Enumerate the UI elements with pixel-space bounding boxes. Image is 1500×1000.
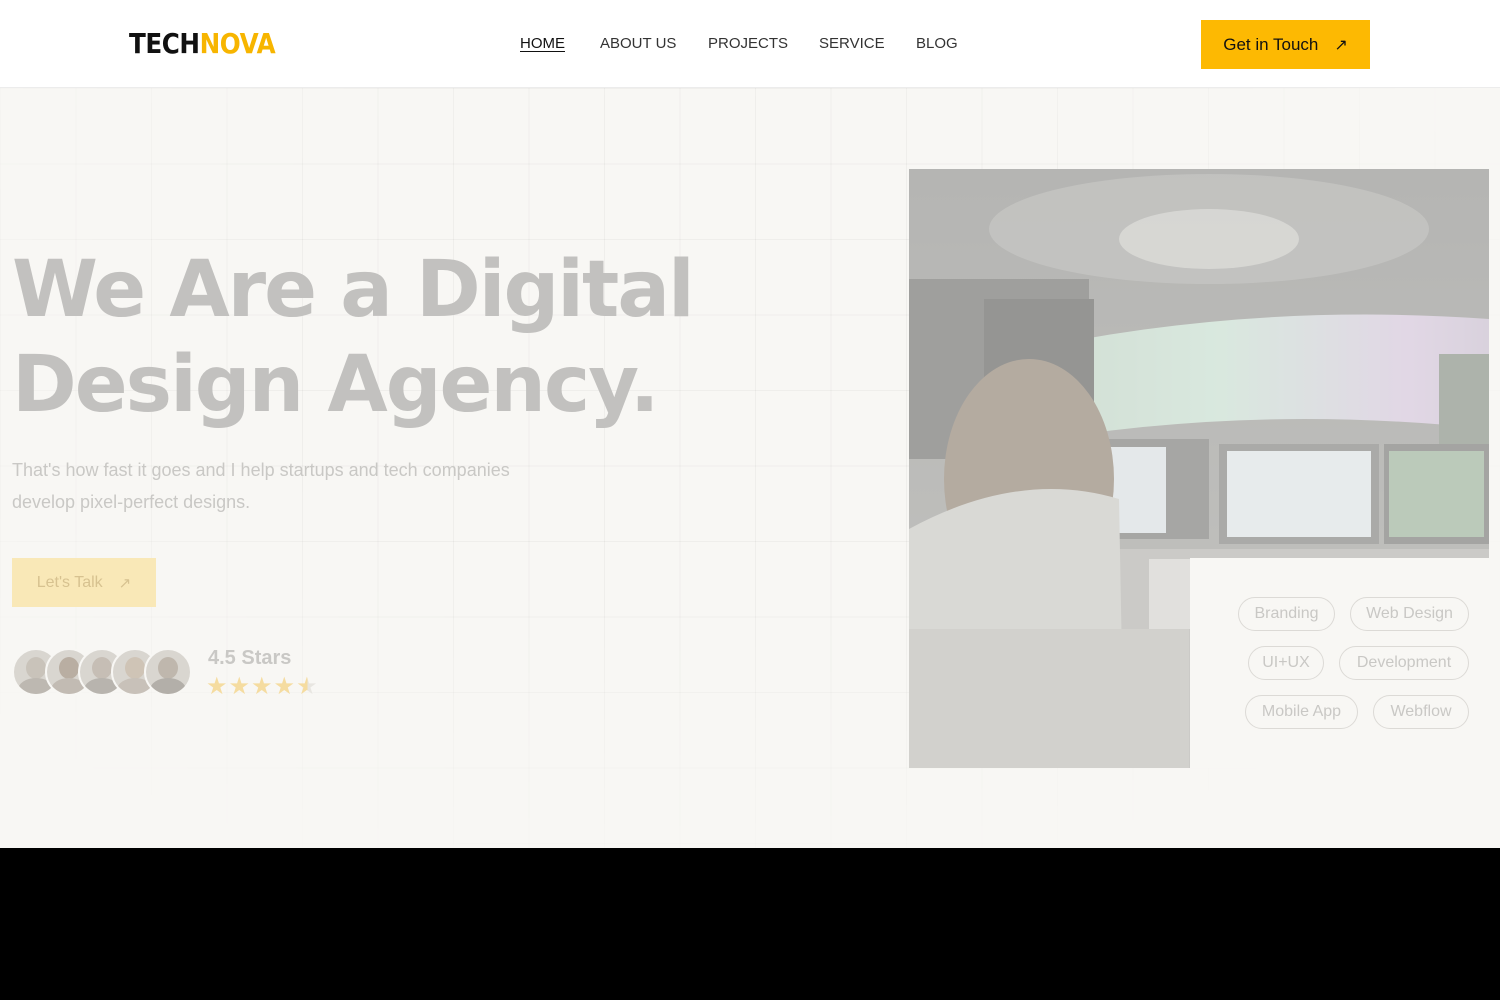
tag-development[interactable]: Development — [1339, 646, 1469, 680]
get-in-touch-button[interactable]: Get in Touch ↗ — [1201, 20, 1370, 69]
hero-headline-line-1: We Are a Digital — [12, 245, 695, 335]
logo[interactable]: TECHNOVA — [129, 27, 276, 61]
star-icon: ★ — [273, 673, 297, 700]
arrow-up-right-icon: ↗ — [1334, 36, 1348, 54]
tag-mobile-app[interactable]: Mobile App — [1245, 695, 1358, 729]
nav-item-projects[interactable]: PROJECTS — [708, 35, 788, 53]
star-icon: ★ — [228, 673, 252, 700]
nav-item-service[interactable]: SERVICE — [819, 35, 885, 53]
star-icon: ★ — [251, 673, 274, 700]
lets-talk-label: Let's Talk — [36, 573, 103, 591]
hero-headline: We Are a Digital Design Agency. — [12, 243, 695, 433]
hero-section: We Are a Digital Design Agency. That's h… — [0, 88, 1500, 848]
logo-part-nova: NOVA — [199, 27, 276, 60]
page: TECHNOVA HOME ABOUT US PROJECTS SERVICE … — [0, 0, 1500, 1000]
nav-item-blog[interactable]: BLOG — [916, 35, 958, 53]
tag-ui-ux[interactable]: UI+UX — [1248, 646, 1324, 680]
logo-part-tech: TECH — [129, 27, 200, 60]
hero-subtext: That's how fast it goes and I help start… — [12, 460, 510, 512]
dark-section — [0, 848, 1500, 1000]
hero-headline-line-2: Design Agency. — [12, 340, 660, 430]
tag-branding[interactable]: Branding — [1238, 597, 1335, 631]
nav-item-about-us[interactable]: ABOUT US — [600, 35, 676, 53]
star-half-icon: ★ — [296, 673, 319, 700]
avatar — [144, 648, 192, 696]
nav-item-home[interactable]: HOME — [520, 35, 565, 53]
site-header: TECHNOVA HOME ABOUT US PROJECTS SERVICE … — [0, 0, 1500, 88]
star-icon: ★ — [206, 673, 229, 700]
rating-label: 4.5 Stars — [208, 647, 292, 669]
lets-talk-button[interactable]: Let's Talk ↗ — [12, 558, 156, 607]
tag-web-design[interactable]: Web Design — [1350, 597, 1469, 631]
rating-stars: ★★★★★ — [206, 672, 319, 701]
get-in-touch-label: Get in Touch — [1223, 34, 1319, 54]
tag-webflow[interactable]: Webflow — [1373, 695, 1469, 729]
service-tags: Branding Web Design UI+UX Development Mo… — [1190, 558, 1489, 768]
arrow-up-right-icon: ↗ — [118, 574, 132, 592]
